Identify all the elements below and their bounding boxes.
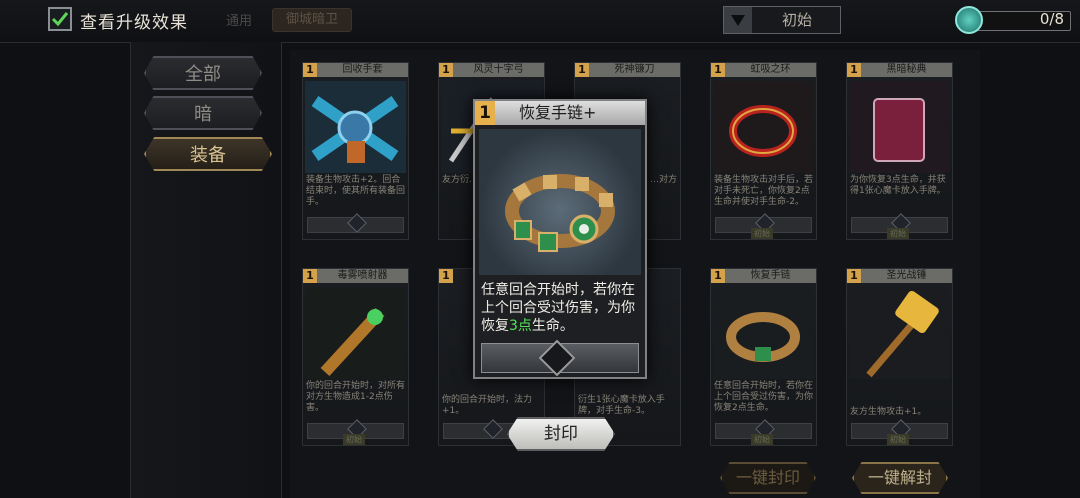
card-desc: 你的回合开始时，法力+1。 [442,395,533,416]
ring-art-icon [713,81,814,173]
sidebar-item-all[interactable]: 全部 [144,56,262,90]
card-name: 黑暗秘典 [861,63,952,77]
card-desc: 友方生物攻击+1。 [850,407,927,417]
sidebar-item-dark[interactable]: 暗 [144,96,262,130]
card-desc: 装备生物攻击对手后，若对手未死亡，你恢复2点生命并使对手生命-2。 [714,175,814,207]
show-upgrade-label[interactable]: 查看升级效果 [80,8,188,33]
card-counter: 0/8 [955,6,1071,34]
popup-cost: 1 [475,101,495,125]
tab-guard[interactable]: 御城暗卫 [272,8,352,32]
card-cost: 1 [303,269,317,283]
card-cost: 1 [439,63,453,77]
popup-text-after: 生命。 [531,318,574,334]
card-name: 圣光战锤 [861,269,952,283]
card-holy-hammer[interactable]: 1 圣光战锤 友方生物攻击+1。 初始 [846,268,953,446]
card-desc: 为你恢复3点生命，并获得1张心魔卡放入手牌。 [850,175,946,196]
card-cost: 1 [439,269,453,283]
card-poison-sprayer[interactable]: 1 毒雾喷射器 你的回合开始时，对所有对方生物造成1-2点伤害。 初始 [302,268,409,446]
card-name: 回收手套 [317,63,408,77]
card-name: 毒雾喷射器 [317,269,408,283]
card-name: 恢复手链 [725,269,816,283]
codex-art-icon [849,81,950,173]
card-tag: 初始 [751,434,773,445]
bracelet-art-icon [713,287,814,379]
filter-dropdown[interactable]: 初始 [723,6,841,34]
card-desc: 装备生物攻击+2。回合结束时，使其所有装备回手。 [306,175,406,207]
slot-icon [347,213,367,233]
card-cost: 1 [847,269,861,283]
seal-all-button[interactable]: 一键封印 [720,462,816,494]
card-name: 死神镰刀 [589,63,680,77]
card-tag: 初始 [343,434,365,445]
tab-general[interactable]: 通用 [226,10,252,29]
card-name: 虹吸之环 [725,63,816,77]
rune-icon [955,6,983,34]
bracelet-art-icon [479,129,641,275]
card-desc: 任意回合开始时，若你在上个回合受过伤害，为你恢复2点生命。 [714,381,814,413]
card-tag: 初始 [887,228,909,239]
card-desc: 你的回合开始时，对所有对方生物造成1-2点伤害。 [306,381,406,413]
card-cost: 1 [303,63,317,77]
card-tag: 初始 [887,434,909,445]
hammer-art-icon [849,287,950,379]
card-dark-codex[interactable]: 1 黑暗秘典 为你恢复3点生命，并获得1张心魔卡放入手牌。 初始 [846,62,953,240]
card-recycle-gloves[interactable]: 1 回收手套 装备生物攻击+2。回合结束时，使其所有装备回手。 [302,62,409,240]
card-cost: 1 [575,63,589,77]
card-detail-popup: 1 恢复手链+ 任意回合开始时，若你在上个回合受过伤害，为你恢复3点生命。 [473,99,647,379]
sidebar-item-equipment[interactable]: 装备 [144,137,272,171]
popup-description: 任意回合开始时，若你在上个回合受过伤害，为你恢复3点生命。 [481,281,641,335]
dagger-slot-icon [538,339,576,377]
card-siphon-ring[interactable]: 1 虹吸之环 装备生物攻击对手后，若对手未死亡，你恢复2点生命并使对手生命-2。… [710,62,817,240]
card-cost: 1 [847,63,861,77]
unseal-all-button[interactable]: 一键解封 [852,462,948,494]
card-healing-bracelet[interactable]: 1 恢复手链 任意回合开始时，若你在上个回合受过伤害，为你恢复2点生命。 初始 [710,268,817,446]
counter-text: 0/8 [1039,10,1064,28]
show-upgrade-checkbox[interactable] [48,7,72,31]
checkmark-icon [51,12,69,27]
gloves-art-icon [305,81,406,173]
card-cost: 1 [711,63,725,77]
card-desc: 衍生1张心魔卡放入手牌，对手生命-3。 [578,395,665,416]
card-footer [307,213,404,233]
slot-icon [483,419,503,439]
card-name: 风灵十字弓 [453,63,544,77]
popup-text-highlight: 3点 [509,318,532,334]
seal-button[interactable]: 封印 [507,417,615,451]
dropdown-arrow-icon [724,7,752,33]
card-cost: 1 [711,269,725,283]
popup-footer [481,339,639,377]
popup-header: 1 恢复手链+ [475,101,645,125]
card-tag: 初始 [751,228,773,239]
sprayer-art-icon [305,287,406,379]
dropdown-value: 初始 [781,11,812,29]
popup-title: 恢复手链+ [519,103,597,122]
